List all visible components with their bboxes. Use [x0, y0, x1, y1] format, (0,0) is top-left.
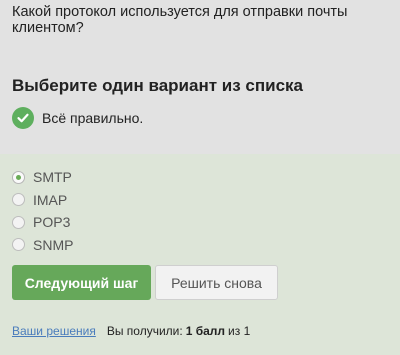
- option-pop3[interactable]: POP3: [12, 211, 73, 234]
- section-title: Выберите один вариант из списка: [12, 76, 303, 95]
- option-label: SNMP: [33, 236, 74, 253]
- option-label: SMTP: [33, 169, 72, 186]
- footer: Ваши решения Вы получили: 1 балл из 1: [12, 324, 250, 338]
- solve-again-button[interactable]: Решить снова: [155, 265, 278, 300]
- question-text: Какой протокол используется для отправки…: [12, 4, 348, 36]
- option-label: POP3: [33, 214, 71, 231]
- result-status: Всё правильно.: [12, 107, 143, 129]
- radio-button[interactable]: [12, 193, 25, 207]
- radio-button[interactable]: [12, 170, 25, 184]
- option-snmp[interactable]: SNMP: [12, 234, 73, 257]
- result-text: Всё правильно.: [42, 110, 144, 126]
- score-suffix: из 1: [228, 324, 251, 338]
- checkmark-icon: [12, 107, 34, 129]
- answer-block: SMTP IMAP POP3 SNMP Следующий шаг Решить…: [0, 154, 400, 355]
- radio-button[interactable]: [12, 238, 25, 252]
- score-value: 1 балл: [185, 324, 226, 338]
- options-list: SMTP IMAP POP3 SNMP: [12, 166, 73, 256]
- radio-button[interactable]: [12, 215, 25, 229]
- your-solutions-link[interactable]: Ваши решения: [12, 324, 96, 338]
- score-label: Вы получили:: [106, 324, 183, 338]
- option-smtp[interactable]: SMTP: [12, 166, 73, 189]
- option-imap[interactable]: IMAP: [12, 189, 73, 212]
- radio-selected-dot: [16, 174, 21, 180]
- option-label: IMAP: [33, 191, 68, 208]
- next-step-button[interactable]: Следующий шаг: [12, 265, 151, 300]
